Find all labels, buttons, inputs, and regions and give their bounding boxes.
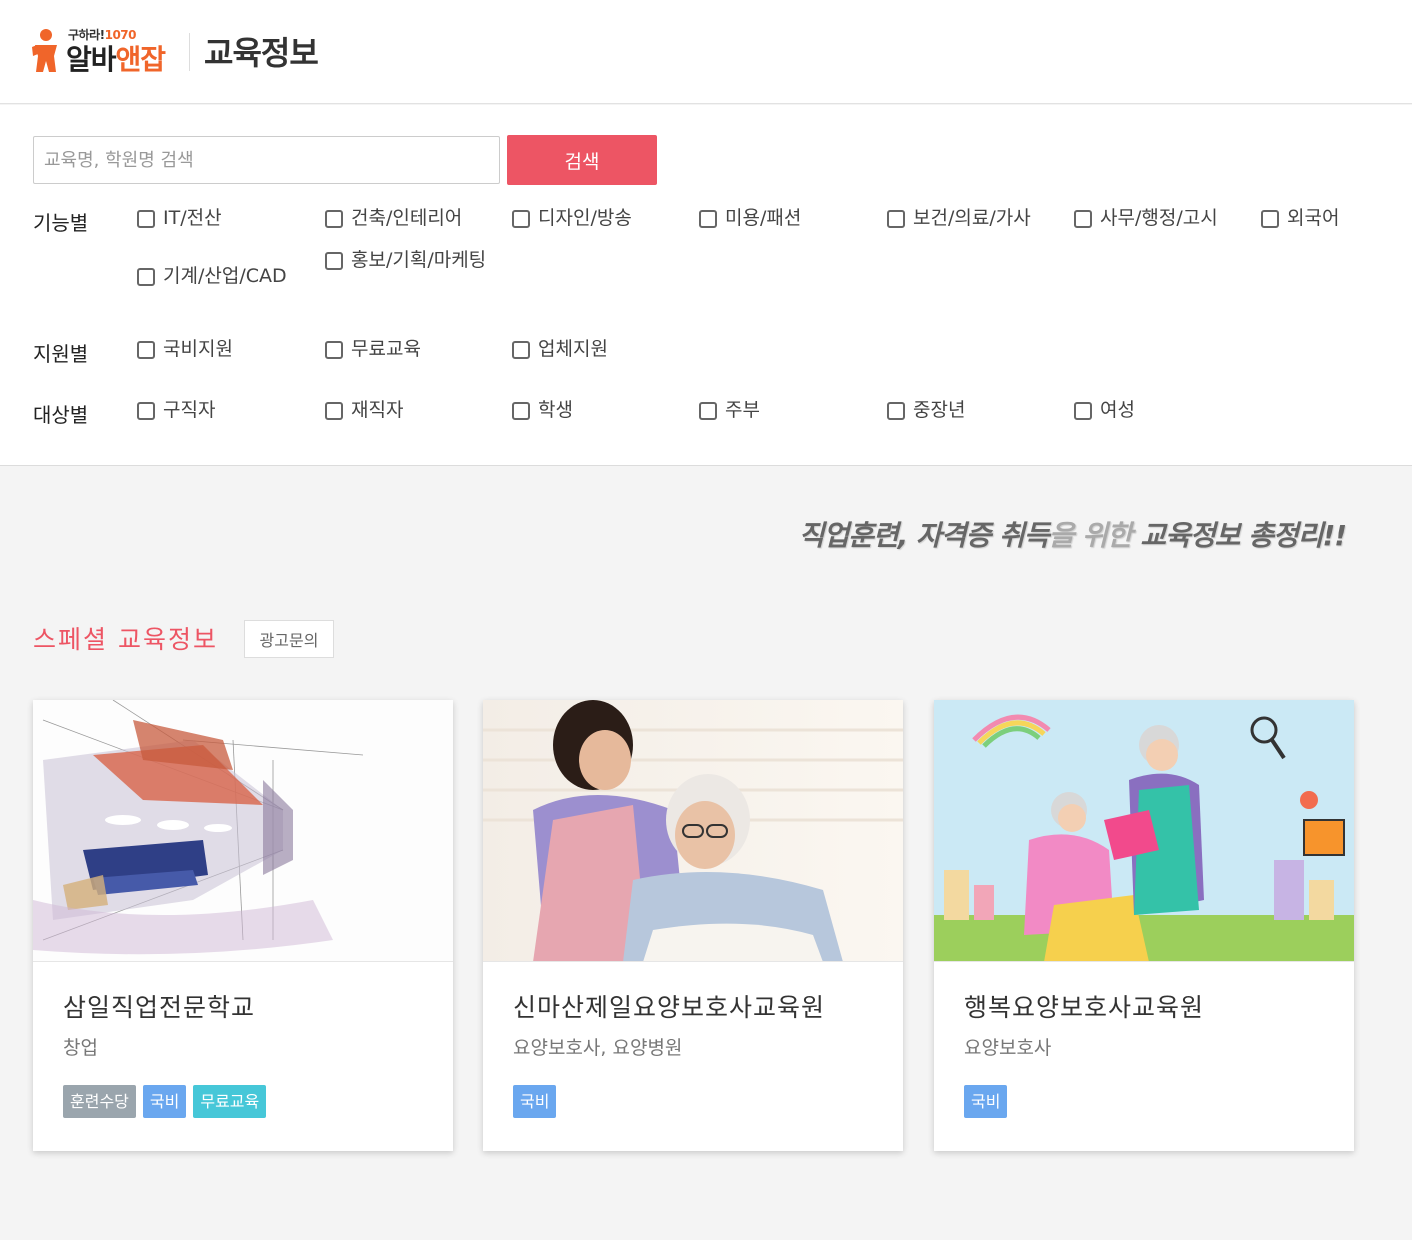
tag-national: 국비 [513,1085,557,1118]
checkbox[interactable] [137,341,155,359]
card-title[interactable]: 행복요양보호사교육원 [964,988,1204,1024]
checkbox[interactable] [699,210,717,228]
search-button[interactable]: 검색 [507,135,657,185]
filter-option-health[interactable]: 보건/의료/가사 [887,202,1031,234]
filter-option-beauty[interactable]: 미용/패션 [699,202,801,234]
checkbox[interactable] [699,402,717,420]
albanjob-logo[interactable]: 구하라!1070 알바앤잡 [32,26,178,76]
tag-national: 국비 [142,1085,187,1118]
filter-option-machinery[interactable]: 기계/산업/CAD [137,260,287,292]
filter-option-marketing[interactable]: 홍보/기획/마케팅 [325,244,495,276]
filter-option-student[interactable]: 학생 [512,394,573,426]
filter-option-job-seeker[interactable]: 구직자 [137,394,215,426]
checkbox[interactable] [137,210,155,228]
checkbox[interactable] [512,210,530,228]
card-tags: 국비 [513,1085,557,1118]
filter-option-office[interactable]: 사무/행정/고시 [1074,202,1218,234]
filter-option-design[interactable]: 디자인/방송 [512,202,632,234]
checkbox[interactable] [512,402,530,420]
card-thumbnail-elderly-care-illustration [934,700,1354,962]
education-card[interactable]: 신마산제일요양보호사교육원 요양보호사, 요양병원 국비 [483,700,903,1151]
filter-option-company-support[interactable]: 업체지원 [512,333,608,365]
checkbox[interactable] [512,341,530,359]
card-thumbnail-caregiver-photo [483,700,903,962]
search-input[interactable] [33,136,500,184]
checkbox[interactable] [325,341,343,359]
filter-option-middle-aged[interactable]: 중장년 [887,394,965,426]
special-section-title: 스페셜 교육정보 [33,625,218,654]
tag-free-education: 무료교육 [193,1085,267,1118]
card-category: 창업 [63,1037,98,1059]
filter-option-employed[interactable]: 재직자 [325,394,403,426]
tag-training-allowance: 훈련수당 [63,1085,136,1118]
checkbox[interactable] [887,210,905,228]
card-tags: 훈련수당 국비 무료교육 [63,1085,267,1118]
header-divider [189,33,190,71]
person-logo-icon [32,29,57,72]
checkbox[interactable] [887,402,905,420]
checkbox[interactable] [1074,210,1092,228]
checkbox[interactable] [325,252,343,270]
checkbox[interactable] [325,210,343,228]
filter-option-it[interactable]: IT/전산 [137,202,222,234]
site-header: 구하라!1070 알바앤잡 교육정보 [0,0,1412,104]
education-card[interactable]: 삼일직업전문학교 창업 훈련수당 국비 무료교육 [33,700,453,1151]
page-title: 교육정보 [204,34,319,72]
ad-inquiry-button[interactable]: 광고문의 [244,620,334,658]
checkbox[interactable] [137,268,155,286]
promo-banner-text: 직업훈련, 자격증 취득을 위한 교육정보 총정리!! [798,519,1347,552]
checkbox[interactable] [1261,210,1279,228]
function-filter-label: 기능별 [33,211,89,235]
card-title[interactable]: 삼일직업전문학교 [63,988,255,1024]
filter-option-national-support[interactable]: 국비지원 [137,333,233,365]
education-card[interactable]: 행복요양보호사교육원 요양보호사 국비 [934,700,1354,1151]
checkbox[interactable] [325,402,343,420]
filter-option-women[interactable]: 여성 [1074,394,1135,426]
filter-panel: 검색 기능별 IT/전산 건축/인테리어 디자인/방송 미용/패션 보건/의료/… [0,105,1412,466]
card-category: 요양보호사, 요양병원 [513,1037,683,1059]
filter-option-free-education[interactable]: 무료교육 [325,333,421,365]
target-filter-label: 대상별 [33,403,89,427]
checkbox[interactable] [137,402,155,420]
card-thumbnail-interior-sketch [33,700,453,962]
filter-option-homemaker[interactable]: 주부 [699,394,760,426]
support-filter-label: 지원별 [33,342,89,366]
filter-option-architecture[interactable]: 건축/인테리어 [325,202,462,234]
logo-wordmark: 알바앤잡 [66,43,166,76]
checkbox[interactable] [1074,402,1092,420]
tag-national: 국비 [964,1085,1008,1118]
filter-option-language[interactable]: 외국어 [1261,202,1339,234]
card-tags: 국비 [964,1085,1008,1118]
card-title[interactable]: 신마산제일요양보호사교육원 [513,988,825,1024]
card-category: 요양보호사 [964,1037,1052,1059]
